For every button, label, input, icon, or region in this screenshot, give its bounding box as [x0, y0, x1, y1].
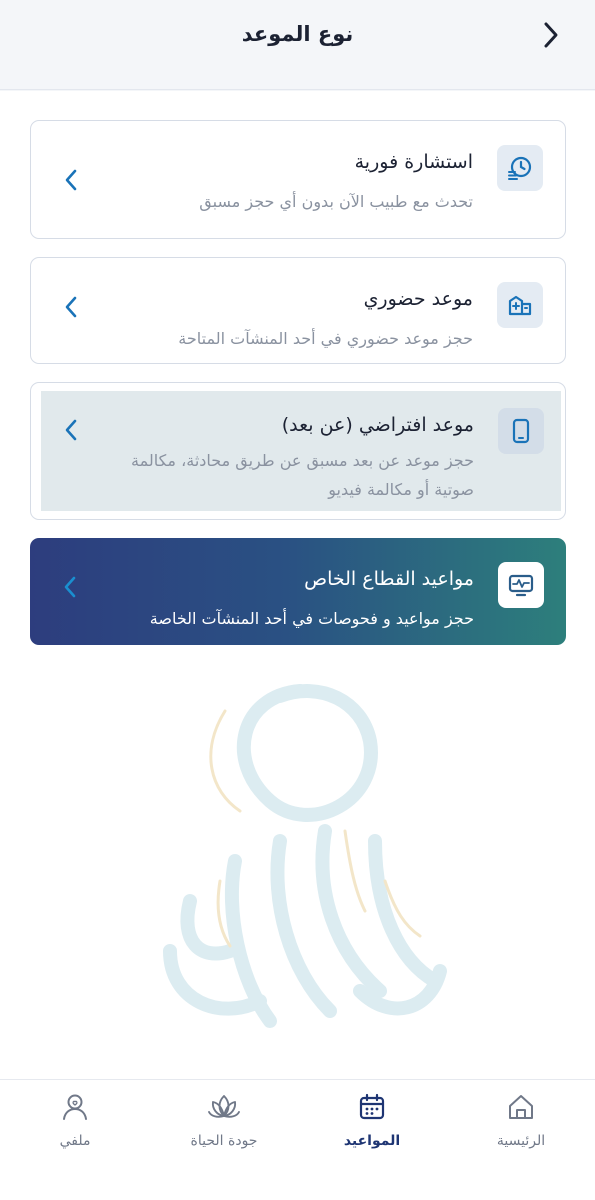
clinic-building-icon	[508, 295, 532, 316]
option-virtual-appointment[interactable]: موعد افتراضي (عن بعد) حجز موعد عن بعد مس…	[30, 382, 566, 520]
option-content: موعد حضوري حجز موعد حضوري في أحد المنشآت…	[31, 258, 565, 363]
option-description: تحدث مع طبيب الآن بدون أي حجز مسبق	[199, 192, 473, 211]
chevron-left-icon	[65, 296, 77, 318]
mobile-phone-icon	[512, 418, 530, 444]
chevron-right-icon	[544, 22, 558, 48]
option-title: استشارة فورية	[354, 151, 473, 173]
bottom-navigation: الرئيسية المواعيد جودة الحياة ملفي	[0, 1079, 595, 1200]
nav-item-home[interactable]: الرئيسية	[456, 1090, 586, 1160]
option-description: حجز مواعيد و فحوصات في أحد المنشآت الخاص…	[149, 609, 474, 628]
option-icon-box	[497, 282, 543, 328]
option-icon-box	[498, 408, 544, 454]
option-selected-highlight: موعد افتراضي (عن بعد) حجز موعد عن بعد مس…	[41, 391, 561, 511]
top-app-bar: نوع الموعد	[0, 0, 595, 90]
option-title: موعد افتراضي (عن بعد)	[281, 414, 474, 436]
chevron-left-icon	[64, 576, 76, 598]
nav-label: جودة الحياة	[190, 1133, 258, 1149]
nav-label: ملفي	[59, 1133, 91, 1149]
option-chevron	[61, 167, 81, 193]
option-chevron	[61, 294, 81, 320]
page-title: نوع الموعد	[241, 22, 354, 46]
monitor-pulse-icon	[508, 574, 534, 597]
option-chevron	[61, 417, 81, 443]
option-icon-box	[498, 562, 544, 608]
nav-item-quality-of-life[interactable]: جودة الحياة	[159, 1090, 289, 1160]
option-in-person-appointment[interactable]: موعد حضوري حجز موعد حضوري في أحد المنشآت…	[30, 257, 566, 364]
option-title: موعد حضوري	[363, 288, 473, 310]
option-content: استشارة فورية تحدث مع طبيب الآن بدون أي …	[31, 121, 565, 238]
option-chevron	[60, 574, 80, 600]
option-private-sector-appointments[interactable]: مواعيد القطاع الخاص حجز مواعيد و فحوصات …	[30, 538, 566, 645]
chevron-left-icon	[65, 419, 77, 441]
back-button[interactable]	[535, 18, 567, 52]
lotus-icon	[207, 1090, 241, 1124]
calligraphy-watermark	[163, 684, 447, 1028]
option-content: مواعيد القطاع الخاص حجز مواعيد و فحوصات …	[30, 538, 566, 645]
calendar-icon	[355, 1090, 389, 1124]
content-area: استشارة فورية تحدث مع طبيب الآن بدون أي …	[0, 91, 595, 1079]
clock-list-icon	[508, 156, 532, 180]
home-icon	[504, 1090, 538, 1124]
chevron-left-icon	[65, 169, 77, 191]
profile-icon	[58, 1090, 92, 1124]
option-description: حجز موعد عن بعد مسبق عن طريق محادثة، مكا…	[131, 451, 474, 499]
nav-label: المواعيد	[343, 1133, 401, 1149]
nav-item-appointments[interactable]: المواعيد	[307, 1090, 437, 1160]
option-description: حجز موعد حضوري في أحد المنشآت المتاحة	[178, 329, 473, 348]
nav-label: الرئيسية	[496, 1133, 546, 1149]
nav-item-profile[interactable]: ملفي	[10, 1090, 140, 1160]
option-icon-box	[497, 145, 543, 191]
option-title: مواعيد القطاع الخاص	[304, 568, 474, 590]
option-instant-consultation[interactable]: استشارة فورية تحدث مع طبيب الآن بدون أي …	[30, 120, 566, 239]
